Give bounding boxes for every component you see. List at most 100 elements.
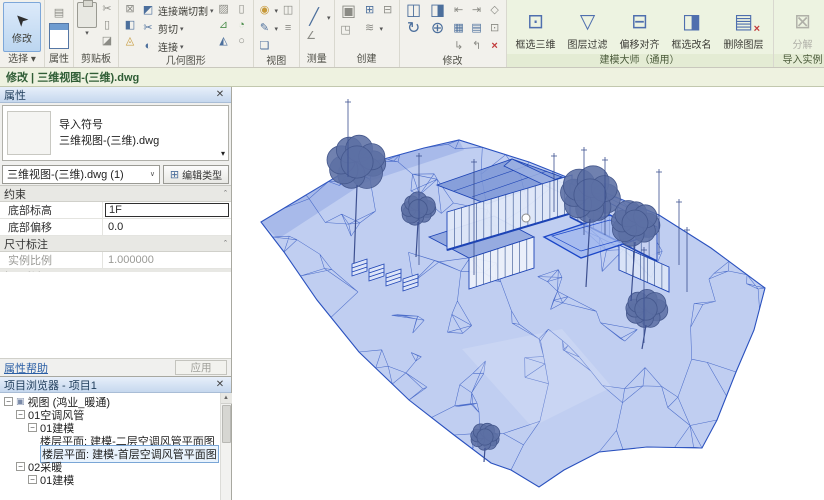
properties-titlebar[interactable]: 属性 ✕ [0,87,231,103]
hide-lightbulb-icon[interactable]: ◉ [257,3,273,18]
prop-label: 底部标高 [0,202,102,218]
cope-icon[interactable]: ⊠ [122,2,138,17]
delete-layers-button[interactable]: ▤×删除图层 [718,2,770,54]
panel-create: ▣ ◳ ⊞⊟ ≋▾ 创建 [335,0,400,67]
tree-item[interactable]: −01空调风管 [0,408,220,421]
explode-label: 分解 [793,36,813,51]
geometry-item-2[interactable]: ◐连接▾ [140,38,214,55]
base-level-input[interactable]: 1F [105,203,229,217]
tree-expand-icon[interactable]: − [28,423,37,432]
profile-icon[interactable]: ▯ [234,2,250,17]
copy-icon[interactable]: ⇥ [469,3,485,18]
create-caret[interactable]: ▾ [380,25,384,33]
panel-label-select[interactable]: 选择 ▾ [0,53,44,67]
tree-expand-icon[interactable]: − [16,462,25,471]
pin-icon[interactable]: ◇ [487,3,503,18]
type-preview[interactable]: 导入符号 三维视图-(三维).dwg ▾ [2,105,229,161]
properties-help-link[interactable]: 属性帮助 [4,360,48,376]
measure-caret[interactable]: ▾ [327,14,331,22]
rotate-icon[interactable]: ↻ [403,19,425,39]
prop-value[interactable]: 0.0 [105,221,229,233]
browser-scrollbar[interactable]: ▲ [220,393,231,500]
paint-icon[interactable]: ◧ [122,18,138,33]
properties-palette-icon[interactable] [49,23,69,49]
move-icon[interactable]: ⊕ [427,19,449,39]
apply-button[interactable]: 应用 [175,360,227,375]
browser-close-icon[interactable]: ✕ [213,379,227,391]
create-group-icon[interactable]: ▣ [338,2,360,22]
ribbon: ➤ 修改 选择 ▾ ▤ 属性 ▾ ✂ ▯ ◪ [0,0,824,68]
prop-section-header[interactable]: 尺寸标注ˆ [0,236,231,252]
copy-clipboard-icon[interactable]: ▯ [99,18,115,33]
unjoin-icon[interactable]: ◭ [216,34,232,49]
drag-grip-dot[interactable] [522,214,530,222]
type-selector-dropdown[interactable]: 三维视图-(三维).dwg (1) ∨ [2,165,160,184]
split-icon[interactable]: ↰ [469,39,485,54]
type-selector-value: 三维视图-(三维).dwg (1) [7,166,124,182]
paste-dropdown-caret[interactable]: ▾ [85,29,89,37]
tree-item[interactable]: −01建模 [0,473,220,486]
mirror-pick-icon[interactable]: ◫ [403,1,425,21]
properties-close-icon[interactable]: ✕ [213,89,227,101]
create-parts-icon[interactable]: ⊞ [362,3,378,18]
link-icon[interactable]: ◔ [234,18,250,33]
trim-icon[interactable]: ↳ [451,39,467,54]
create-assembly-icon[interactable]: ⊟ [380,3,396,18]
prop-row: 实例比例1.000000 [0,252,231,269]
measure-icon[interactable]: ╱ [303,8,325,28]
linework-caret[interactable]: ▾ [275,25,279,33]
context-label: 修改 | 三维视图-(三维).dwg [6,69,139,85]
wall-join-icon[interactable]: ⊿ [216,18,232,33]
box-select-3d-button[interactable]: ⊡框选三维 [510,2,562,54]
geometry-item-0[interactable]: ◩连接端切割▾ [140,2,214,19]
scale-icon[interactable]: ▤ [469,21,485,36]
properties-palette: 属性 ✕ 导入符号 三维视图-(三维).dwg ▾ 三维视图-(三维).dwg … [0,87,231,377]
displace-icon[interactable]: ❏ [257,39,273,54]
unpin-icon[interactable]: ⊡ [487,21,503,36]
modify-tool-button[interactable]: ➤ 修改 [3,2,41,52]
tree-expand-icon[interactable]: − [4,397,13,406]
scroll-up-icon[interactable]: ▲ [221,393,232,404]
3d-view[interactable] [232,87,824,500]
panel-label-create: 创建 [335,53,399,67]
mirror-axis-icon[interactable]: ◨ [427,1,449,21]
box-select-rename-button[interactable]: ◨框选改名 [666,2,718,54]
edit-type-button[interactable]: ⊞ 编辑类型 [163,165,229,184]
box-select-rename-icon: ◨ [682,6,701,36]
geometry-item-1[interactable]: ✂剪切▾ [140,20,214,37]
angle-dimension-icon[interactable]: ∠ [303,29,319,44]
insulation-icon[interactable]: ≋ [362,21,378,36]
delete-layers-label: 删除图层 [724,36,764,51]
offset-align-button[interactable]: ⊟偏移对齐 [614,2,666,54]
paste-icon[interactable] [77,2,97,28]
cutaway-icon[interactable]: ≡ [280,21,296,36]
demolish-icon[interactable]: ◬ [122,34,138,49]
match-type-icon[interactable]: ◪ [99,34,115,49]
layer-filter-button[interactable]: ▽图层过滤 [562,2,614,54]
tree-expand-icon[interactable]: − [16,410,25,419]
prop-section-header[interactable]: 约束ˆ [0,186,231,202]
hide-dropdown-caret[interactable]: ▾ [275,7,279,15]
section-collapse-icon[interactable]: ˆ [224,189,227,199]
offset-align-icon: ⊟ [631,6,648,36]
browser-titlebar[interactable]: 项目浏览器 - 项目1 ✕ [0,377,231,393]
linework-pen-icon[interactable]: ✎ [257,21,273,36]
beam-join-icon[interactable]: ▨ [216,2,232,17]
explode-button[interactable]: ⊠ 分解 [777,2,824,54]
drawing-area[interactable] [232,87,824,500]
box-select-3d-label: 框选三维 [516,36,556,51]
scroll-thumb[interactable] [222,405,231,443]
pick-icon[interactable]: ○ [234,34,250,49]
delete-icon[interactable]: × [487,39,503,54]
tree-expand-icon[interactable]: − [28,475,37,484]
offset-icon[interactable]: ⇤ [451,3,467,18]
create-similar-icon[interactable]: ◳ [338,23,354,38]
cut-icon[interactable]: ✂ [99,2,115,17]
type-blocks-icon[interactable]: ▤ [51,6,67,21]
array-icon[interactable]: ▦ [451,21,467,36]
override-graphics-icon[interactable]: ◫ [280,3,296,18]
section-collapse-icon[interactable]: ˆ [224,239,227,249]
prop-row: 底部标高1F [0,202,231,219]
browser-tree: −▣视图 (鸿业_暖通)−01空调风管−01建模楼层平面: 建模-二层空调风管平… [0,393,220,500]
panel-label-modify: 修改 [400,55,506,68]
